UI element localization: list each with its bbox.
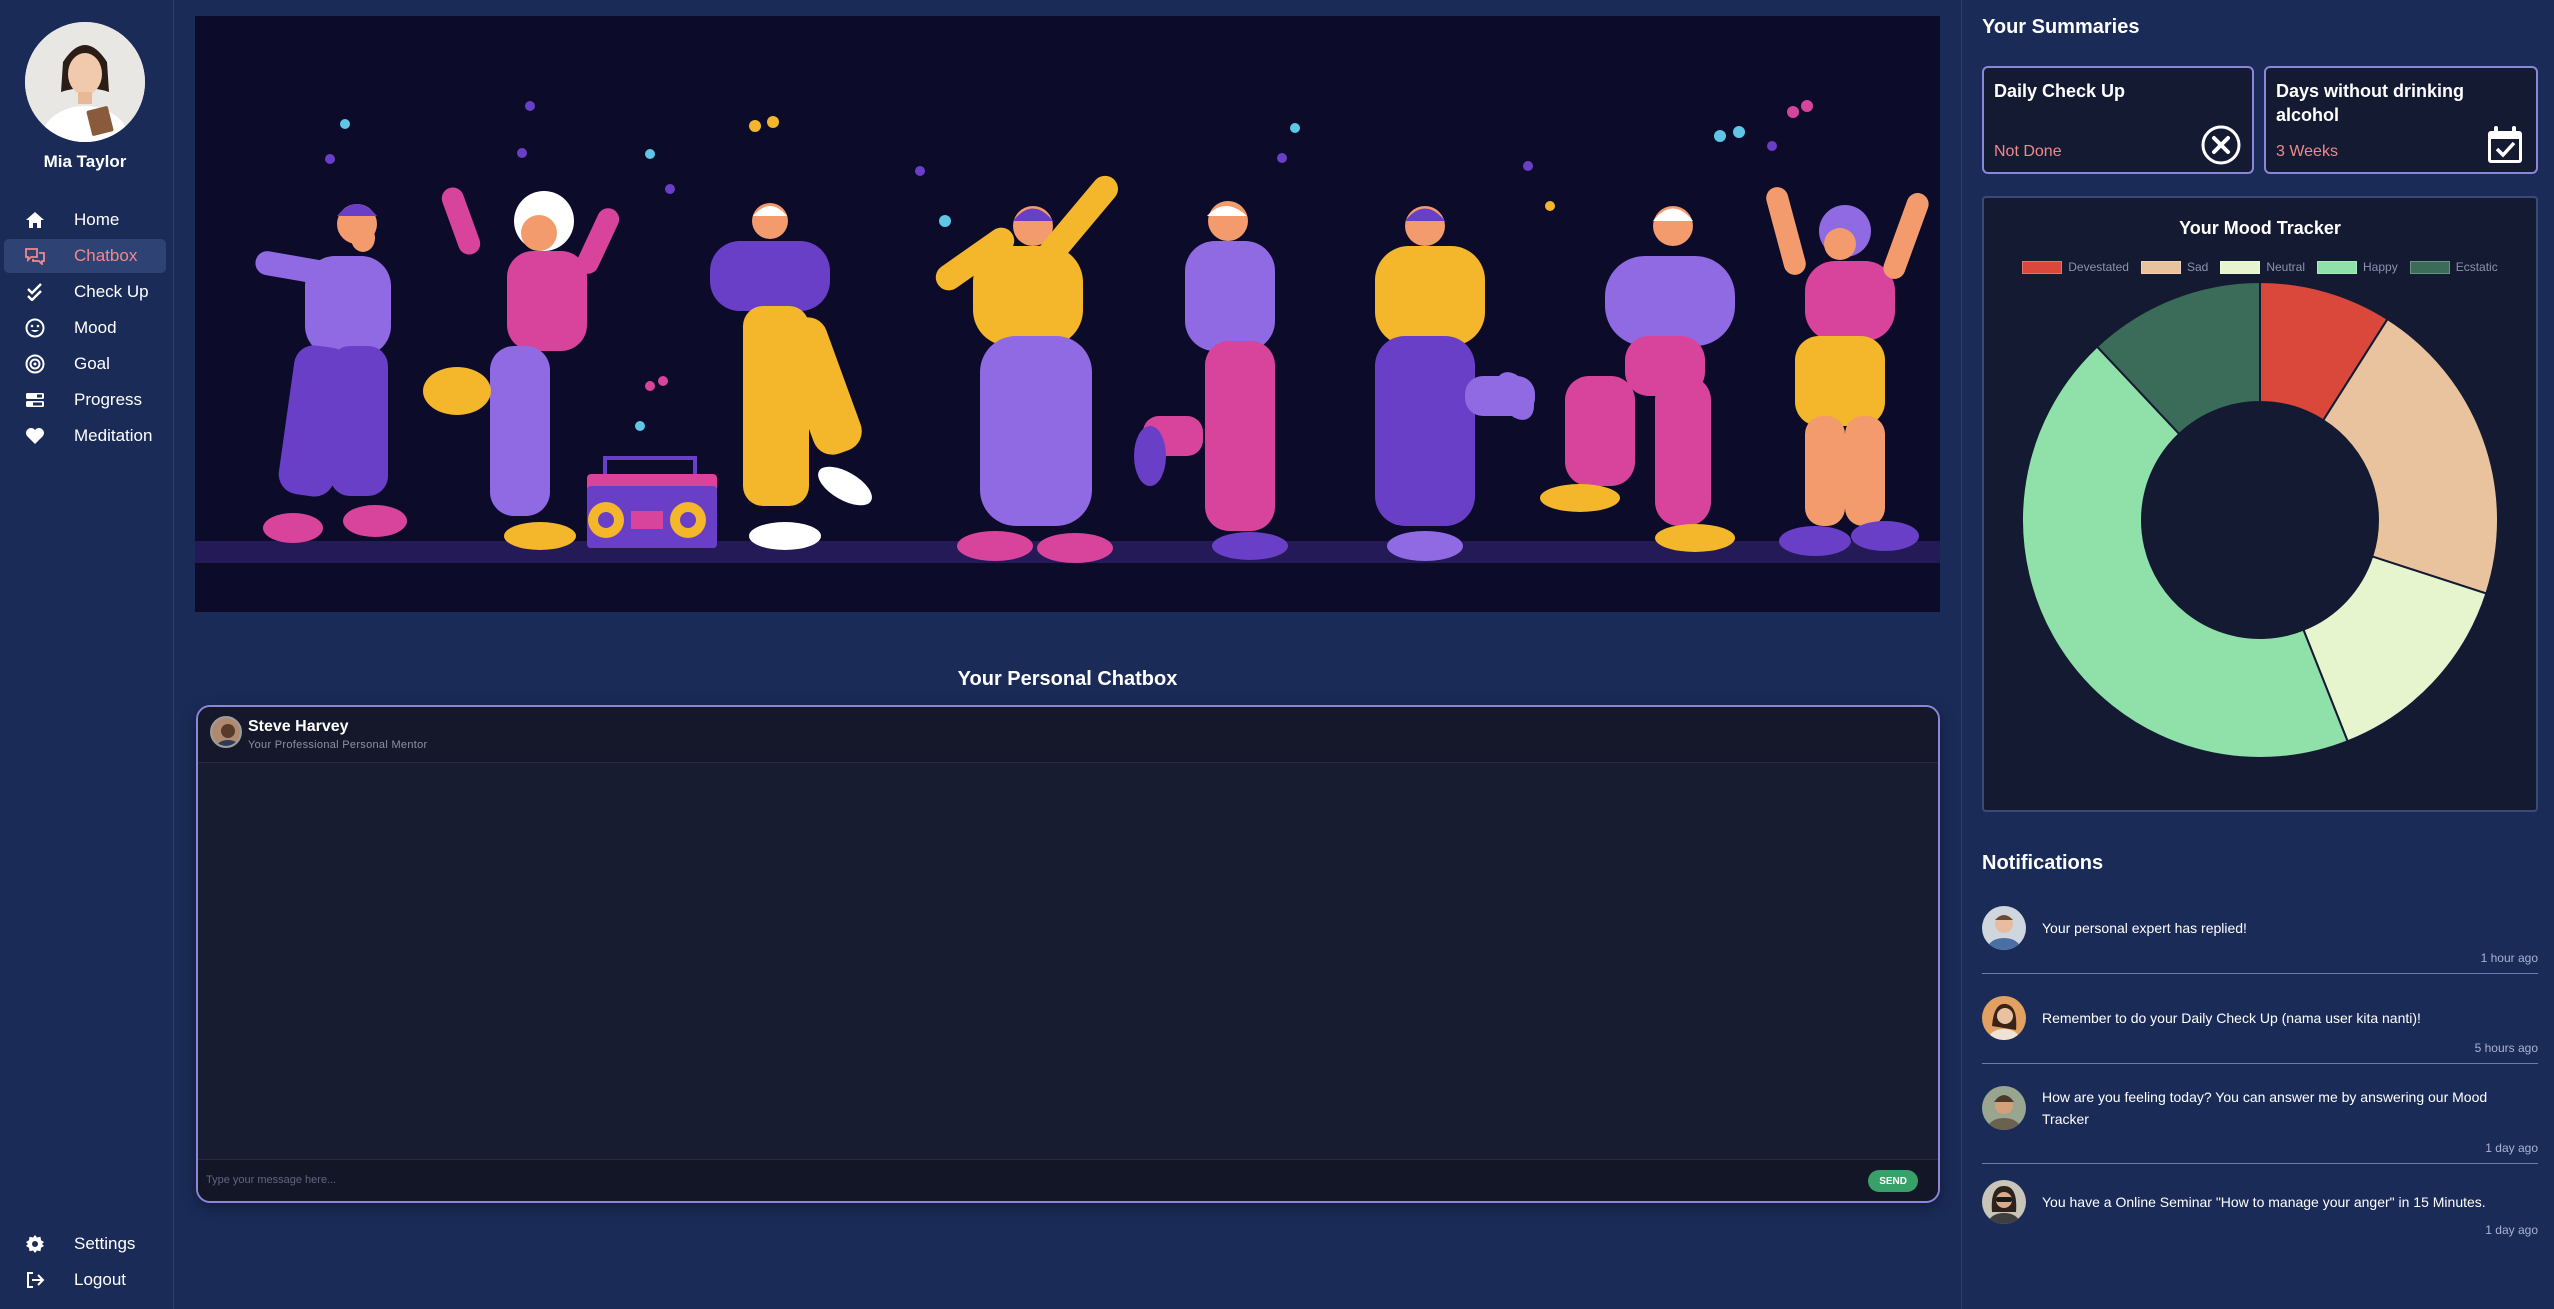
- nav-item-label: Settings: [74, 1234, 136, 1253]
- user-avatar[interactable]: [25, 22, 145, 142]
- notification-item[interactable]: You have a Online Seminar "How to manage…: [1982, 1164, 2538, 1252]
- legend-swatch: [2409, 260, 2450, 274]
- logout-icon: [24, 1269, 46, 1291]
- daily-check-up-card[interactable]: Daily Check Up Not Done: [1982, 66, 2254, 174]
- days-without-alcohol-card[interactable]: Days without drinking alcohol 3 Weeks: [2264, 66, 2538, 174]
- chat-icon: [24, 245, 46, 267]
- notification-avatar: [1982, 1180, 2026, 1224]
- notification-text: Remember to do your Daily Check Up (nama…: [2042, 1010, 2421, 1026]
- notification-avatar: [1982, 906, 2026, 950]
- legend-label: Neutral: [2266, 260, 2306, 274]
- mentor-avatar[interactable]: [210, 716, 242, 748]
- notifications-title: Notifications: [1982, 852, 2104, 874]
- card-title: Days without drinking alcohol: [2276, 81, 2465, 125]
- nav-item-label: Goal: [74, 354, 110, 373]
- notification-avatar: [1982, 1086, 2026, 1130]
- mentor-role: Your Professional Personal Mentor: [248, 739, 428, 751]
- chat-message-input[interactable]: [206, 1168, 1806, 1192]
- main-content: Your Personal Chatbox Steve Harvey Your …: [175, 0, 1960, 1309]
- nav-item-goal[interactable]: Goal: [4, 347, 166, 381]
- main-nav: Home Chatbox Check Up Mood Goal Progress…: [4, 203, 166, 455]
- hero-illustration: [195, 16, 1940, 612]
- notification-time: 1 hour ago: [2480, 951, 2538, 965]
- dancing-people-illustration: [195, 16, 1940, 612]
- card-status: Not Done: [1994, 143, 2062, 160]
- chat-header: Steve Harvey Your Professional Personal …: [198, 707, 1938, 763]
- legend-label: Ecstatic: [2455, 260, 2498, 274]
- legend-swatch: [2022, 260, 2063, 274]
- legend-item-devestated[interactable]: Devestated: [2022, 260, 2129, 274]
- nav-item-logout[interactable]: Logout: [4, 1263, 166, 1297]
- legend-item-happy[interactable]: Happy: [2317, 260, 2398, 274]
- legend-swatch: [2220, 260, 2261, 274]
- notification-item[interactable]: Remember to do your Daily Check Up (nama…: [1982, 974, 2538, 1064]
- chat-messages-area[interactable]: [198, 763, 1938, 1163]
- legend-label: Sad: [2186, 260, 2209, 274]
- notification-text: How are you feeling today? You can answe…: [2042, 1089, 2488, 1127]
- card-title: Daily Check Up: [1994, 81, 2126, 101]
- chat-input-bar: SEND: [198, 1159, 1938, 1201]
- legend-item-sad[interactable]: Sad: [2140, 260, 2209, 274]
- legend-swatch: [2140, 260, 2181, 274]
- nav-item-label: Chatbox: [74, 246, 138, 265]
- chatbox: Steve Harvey Your Professional Personal …: [196, 705, 1940, 1203]
- progress-bars-icon: [24, 389, 46, 411]
- nav-item-progress[interactable]: Progress: [4, 383, 166, 417]
- notification-text: Your personal expert has replied!: [2042, 920, 2247, 936]
- double-check-icon: [24, 281, 46, 303]
- nav-item-home[interactable]: Home: [4, 203, 166, 237]
- nav-item-label: Progress: [74, 390, 143, 409]
- mentor-name: Steve Harvey: [248, 718, 349, 735]
- notification-text: You have a Online Seminar "How to manage…: [2042, 1194, 2486, 1210]
- gear-icon: [24, 1233, 46, 1255]
- calendar-check-icon[interactable]: [2484, 124, 2526, 166]
- smiley-icon: [24, 317, 46, 339]
- notification-item[interactable]: How are you feeling today? You can answe…: [1982, 1064, 2538, 1164]
- heart-icon: [24, 425, 46, 447]
- notification-time: 5 hours ago: [2474, 1041, 2538, 1055]
- send-button[interactable]: SEND: [1868, 1170, 1918, 1192]
- close-circle-icon[interactable]: [2200, 124, 2242, 166]
- chart-legend: Devestated Sad Neutral Happy Ecstatic: [1984, 260, 2536, 274]
- mood-donut-chart[interactable]: [1984, 278, 2536, 798]
- legend-label: Devestated: [2068, 260, 2129, 274]
- nav-item-settings[interactable]: Settings: [4, 1227, 166, 1261]
- right-panel: Your Summaries Daily Check Up Not Done D…: [1961, 0, 2554, 1309]
- notification-time: 1 day ago: [2485, 1141, 2538, 1155]
- legend-item-ecstatic[interactable]: Ecstatic: [2409, 260, 2498, 274]
- nav-item-label: Check Up: [74, 282, 149, 301]
- nav-item-chatbox[interactable]: Chatbox: [4, 239, 166, 273]
- notification-item[interactable]: Your personal expert has replied! 1 hour…: [1982, 896, 2538, 974]
- notifications-list: Your personal expert has replied! 1 hour…: [1982, 896, 2538, 1252]
- chatbox-title: Your Personal Chatbox: [957, 668, 1178, 690]
- legend-swatch: [2317, 260, 2358, 274]
- mood-tracker-title: Your Mood Tracker: [2179, 218, 2341, 238]
- legend-item-neutral[interactable]: Neutral: [2220, 260, 2305, 274]
- user-name: Mia Taylor: [43, 152, 127, 171]
- nav-item-check-up[interactable]: Check Up: [4, 275, 166, 309]
- sidebar: Mia Taylor Home Chatbox Check Up Mood Go…: [0, 0, 174, 1309]
- legend-label: Happy: [2363, 260, 2398, 274]
- target-icon: [24, 353, 46, 375]
- card-status: 3 Weeks: [2276, 143, 2338, 160]
- app-root: Mia Taylor Home Chatbox Check Up Mood Go…: [0, 0, 2554, 1309]
- sidebar-bottom-nav: Settings Logout: [4, 1227, 166, 1299]
- nav-item-label: Mood: [74, 318, 117, 337]
- home-icon: [24, 209, 46, 231]
- notification-time: 1 day ago: [2485, 1223, 2538, 1237]
- summaries-title: Your Summaries: [1982, 16, 2140, 38]
- mood-tracker-card: Your Mood Tracker Devestated Sad Neutral Ha…: [1982, 196, 2538, 812]
- nav-item-label: Meditation: [74, 426, 153, 445]
- nav-item-mood[interactable]: Mood: [4, 311, 166, 345]
- nav-item-meditation[interactable]: Meditation: [4, 419, 166, 453]
- nav-item-label: Home: [74, 210, 120, 229]
- nav-item-label: Logout: [74, 1270, 126, 1289]
- notification-avatar: [1982, 996, 2026, 1040]
